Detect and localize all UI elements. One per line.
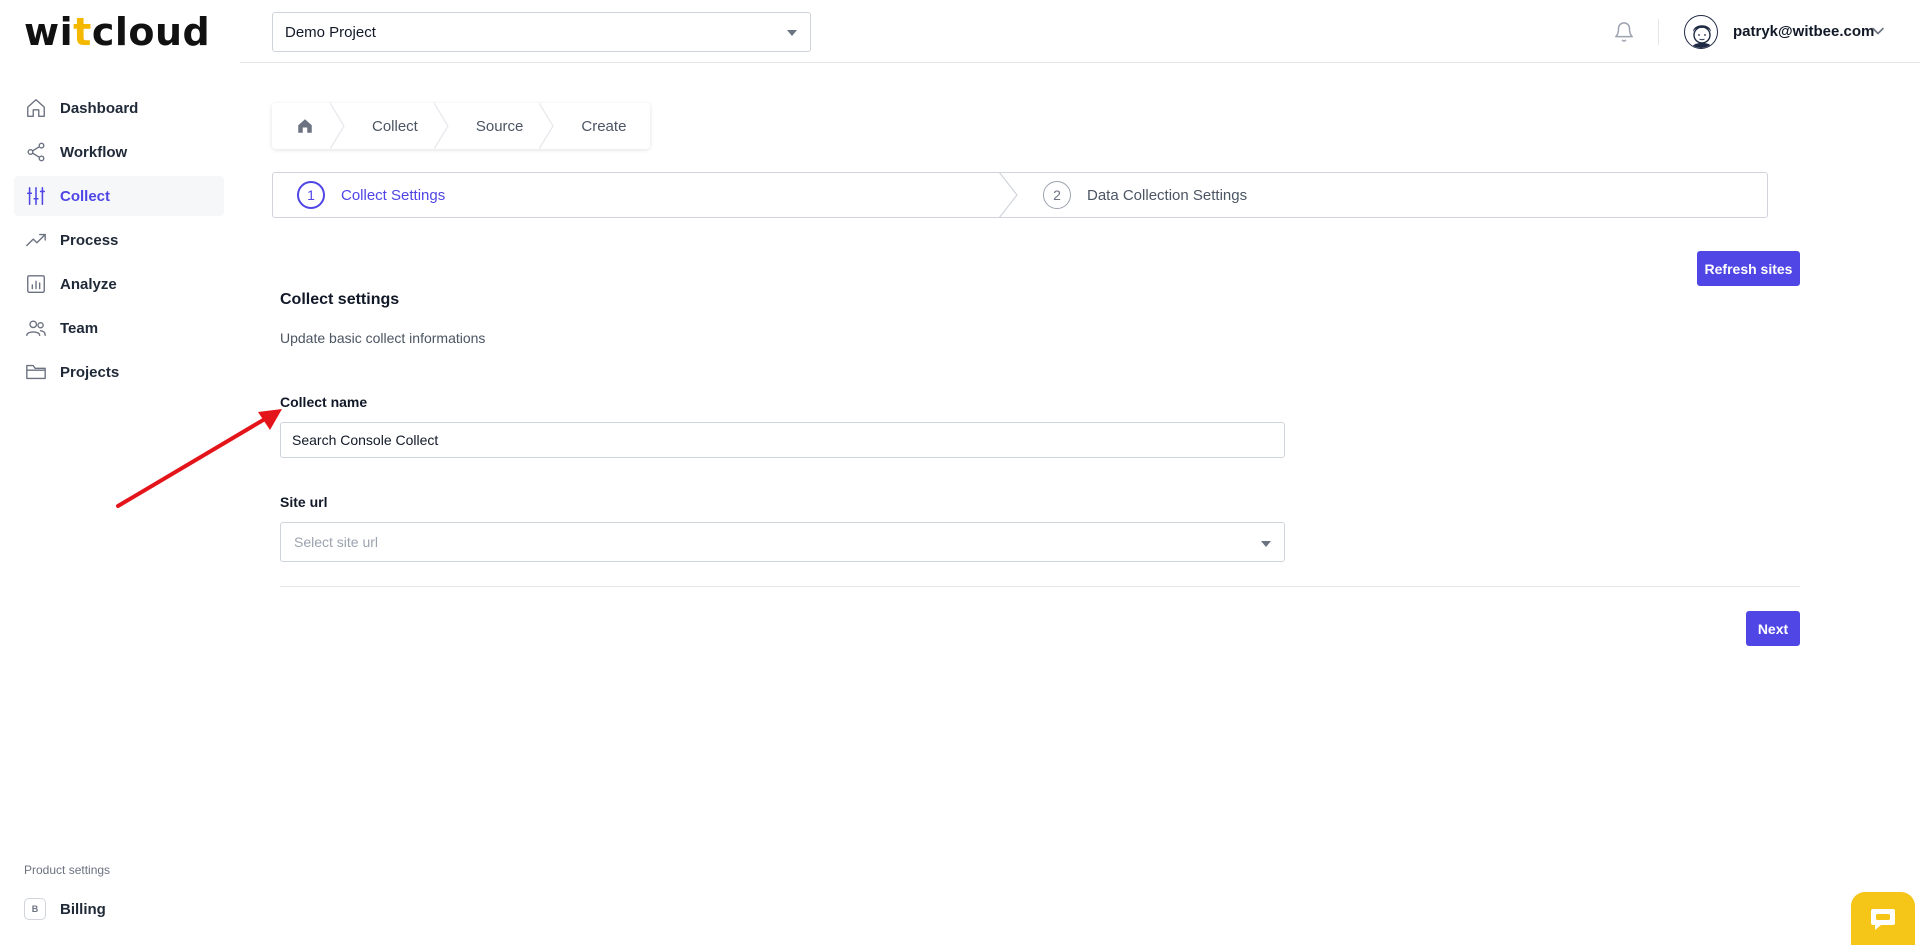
- form-divider: [280, 586, 1800, 587]
- sidebar-item-label: Workflow: [60, 143, 128, 161]
- breadcrumb-item-source[interactable]: Source: [442, 103, 555, 149]
- sidebar-item-analyze[interactable]: Analyze: [14, 264, 224, 304]
- sidebar-item-label: Collect: [60, 187, 111, 205]
- sidebar-item-label: Team: [60, 319, 99, 337]
- sidebar-item-projects[interactable]: Projects: [14, 352, 224, 392]
- breadcrumb-item-collect[interactable]: Collect: [338, 103, 449, 149]
- sidebar-item-team[interactable]: Team: [14, 308, 224, 348]
- sidebar-item-dashboard[interactable]: Dashboard: [14, 88, 224, 128]
- step-data-collection-settings[interactable]: 2 Data Collection Settings: [1043, 173, 1247, 217]
- section-description: Update basic collect informations: [280, 330, 486, 346]
- sidebar-item-workflow[interactable]: Workflow: [14, 132, 224, 172]
- sidebar-item-collect[interactable]: Collect: [14, 176, 224, 216]
- annotation-arrow-icon: [116, 409, 282, 508]
- project-select[interactable]: Demo Project: [272, 12, 811, 52]
- sliders-icon: [24, 184, 48, 208]
- user-avatar[interactable]: [1684, 15, 1718, 49]
- next-button[interactable]: Next: [1746, 611, 1800, 646]
- topbar-divider: [240, 62, 1920, 63]
- sidebar-item-label: Analyze: [60, 275, 117, 293]
- bar-chart-icon: [24, 272, 48, 296]
- sidebar-item-label: Projects: [60, 363, 120, 381]
- breadcrumb-label: Source: [475, 117, 524, 135]
- logo-text-1: wi: [24, 10, 74, 54]
- caret-down-icon: [787, 30, 797, 36]
- home-icon: [298, 119, 312, 133]
- step-collect-settings[interactable]: 1 Collect Settings: [297, 173, 445, 217]
- product-settings-heading: Product settings: [24, 863, 111, 877]
- avatar-illustration-icon: [1691, 25, 1713, 48]
- chat-icon: [1871, 908, 1895, 930]
- billing-badge: B: [24, 898, 46, 920]
- trending-up-icon: [24, 228, 48, 252]
- refresh-sites-button[interactable]: Refresh sites: [1697, 251, 1800, 286]
- site-url-select[interactable]: Select site url: [280, 522, 1285, 562]
- breadcrumb-home[interactable]: [272, 103, 345, 149]
- collect-name-label: Collect name: [280, 394, 368, 410]
- breadcrumb-label: Collect: [372, 117, 418, 135]
- step-separator: [999, 172, 1018, 218]
- site-url-placeholder: Select site url: [294, 534, 379, 550]
- users-icon: [24, 316, 48, 340]
- breadcrumb: Collect Source Create: [272, 103, 651, 149]
- section-title: Collect settings: [280, 291, 400, 308]
- stepper: 1 Collect Settings 2 Data Collection Set…: [272, 172, 1768, 218]
- home-icon: [24, 96, 48, 120]
- breadcrumb-label: Create: [581, 117, 627, 135]
- sidebar-item-billing[interactable]: B Billing: [24, 898, 106, 920]
- sidebar-item-process[interactable]: Process: [14, 220, 224, 260]
- share-icon: [24, 140, 48, 164]
- step-label: Data Collection Settings: [1087, 186, 1248, 204]
- topbar-separator: [1658, 19, 1659, 45]
- chevron-down-icon[interactable]: [1871, 24, 1885, 38]
- caret-down-icon: [1261, 541, 1271, 547]
- user-email[interactable]: patryk@witbee.com: [1733, 23, 1874, 40]
- sidebar-item-label: Billing: [60, 900, 106, 918]
- chat-widget-button[interactable]: [1851, 892, 1915, 945]
- bell-icon[interactable]: [1613, 20, 1635, 44]
- sidebar-item-label: Dashboard: [60, 99, 139, 117]
- logo-text-accent: t: [73, 10, 92, 54]
- collect-name-input[interactable]: [280, 422, 1285, 458]
- project-select-value: Demo Project: [285, 23, 376, 41]
- sidebar-item-label: Process: [60, 231, 119, 249]
- folder-icon: [24, 360, 48, 384]
- breadcrumb-item-create: Create: [547, 103, 650, 149]
- step-label: Collect Settings: [341, 186, 446, 204]
- step-number: 1: [297, 181, 325, 209]
- logo-text-2: cloud: [91, 10, 211, 54]
- step-number: 2: [1043, 181, 1071, 209]
- witcloud-logo[interactable]: witcloud: [24, 10, 210, 54]
